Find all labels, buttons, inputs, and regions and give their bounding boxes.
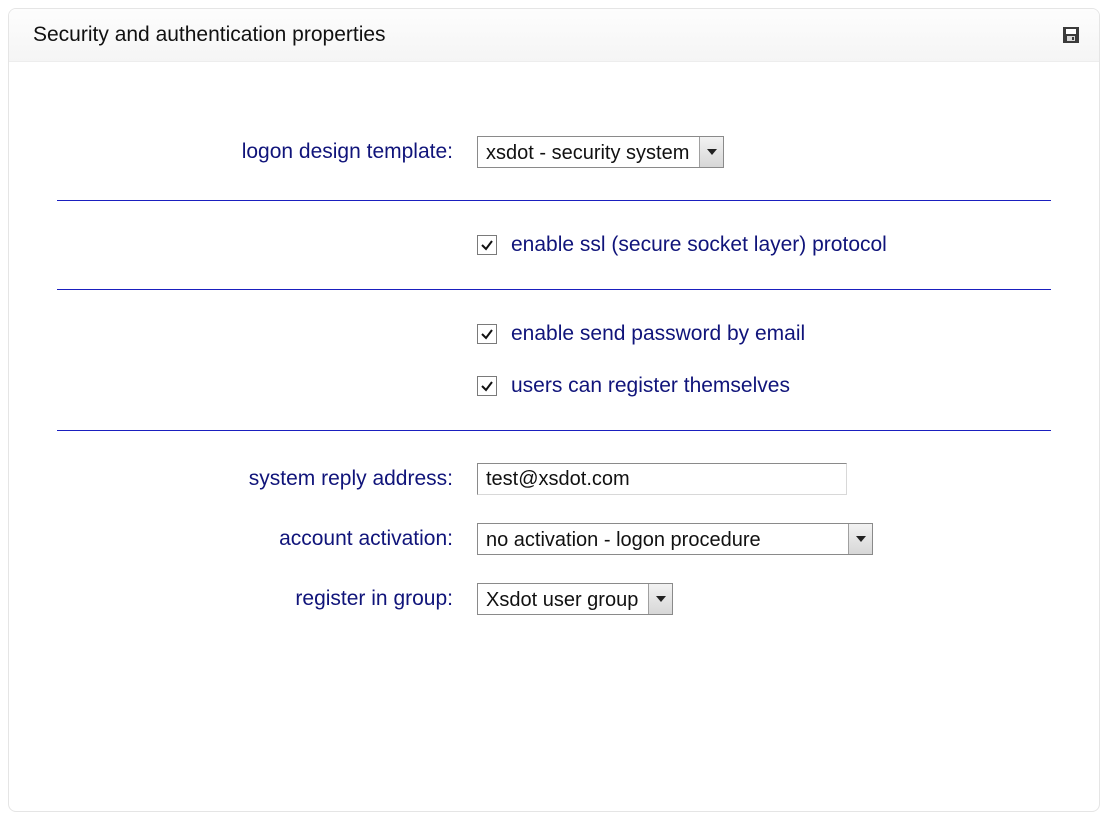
row-account-activation: account activation: no activation - logo… (37, 509, 1071, 569)
chevron-down-icon (848, 524, 872, 554)
divider (57, 430, 1051, 431)
checkbox-enable-send-password[interactable] (477, 324, 497, 344)
checkbox-users-self-register[interactable] (477, 376, 497, 396)
divider (57, 200, 1051, 201)
label-users-self-register: users can register themselves (511, 374, 790, 398)
security-auth-panel: Security and authentication properties l… (8, 8, 1100, 812)
select-account-activation[interactable]: no activation - logon procedure (477, 523, 873, 555)
label-enable-ssl: enable ssl (secure socket layer) protoco… (511, 233, 887, 257)
label-logon-template: logon design template: (37, 140, 477, 164)
input-system-reply-address-value: test@xsdot.com (486, 468, 630, 491)
row-system-reply-address: system reply address: test@xsdot.com (37, 449, 1071, 509)
chevron-down-icon (699, 137, 723, 167)
row-enable-send-password: enable send password by email (37, 308, 1071, 360)
panel-header: Security and authentication properties (9, 9, 1099, 62)
row-logon-template: logon design template: xsdot - security … (37, 122, 1071, 182)
chevron-down-icon (648, 584, 672, 614)
save-icon[interactable] (1063, 27, 1079, 43)
label-enable-send-password: enable send password by email (511, 322, 805, 346)
panel-body: logon design template: xsdot - security … (9, 62, 1099, 659)
row-enable-ssl: enable ssl (secure socket layer) protoco… (37, 219, 1071, 271)
checkbox-enable-ssl[interactable] (477, 235, 497, 255)
label-system-reply-address: system reply address: (37, 467, 477, 491)
input-system-reply-address[interactable]: test@xsdot.com (477, 463, 847, 495)
select-logon-template[interactable]: xsdot - security system (477, 136, 724, 168)
row-register-in-group: register in group: Xsdot user group (37, 569, 1071, 629)
label-register-in-group: register in group: (37, 587, 477, 611)
select-register-in-group-value: Xsdot user group (478, 584, 648, 614)
row-users-self-register: users can register themselves (37, 360, 1071, 412)
label-account-activation: account activation: (37, 527, 477, 551)
select-logon-template-value: xsdot - security system (478, 137, 699, 167)
select-register-in-group[interactable]: Xsdot user group (477, 583, 673, 615)
panel-title: Security and authentication properties (33, 23, 386, 47)
divider (57, 289, 1051, 290)
select-account-activation-value: no activation - logon procedure (478, 524, 848, 554)
